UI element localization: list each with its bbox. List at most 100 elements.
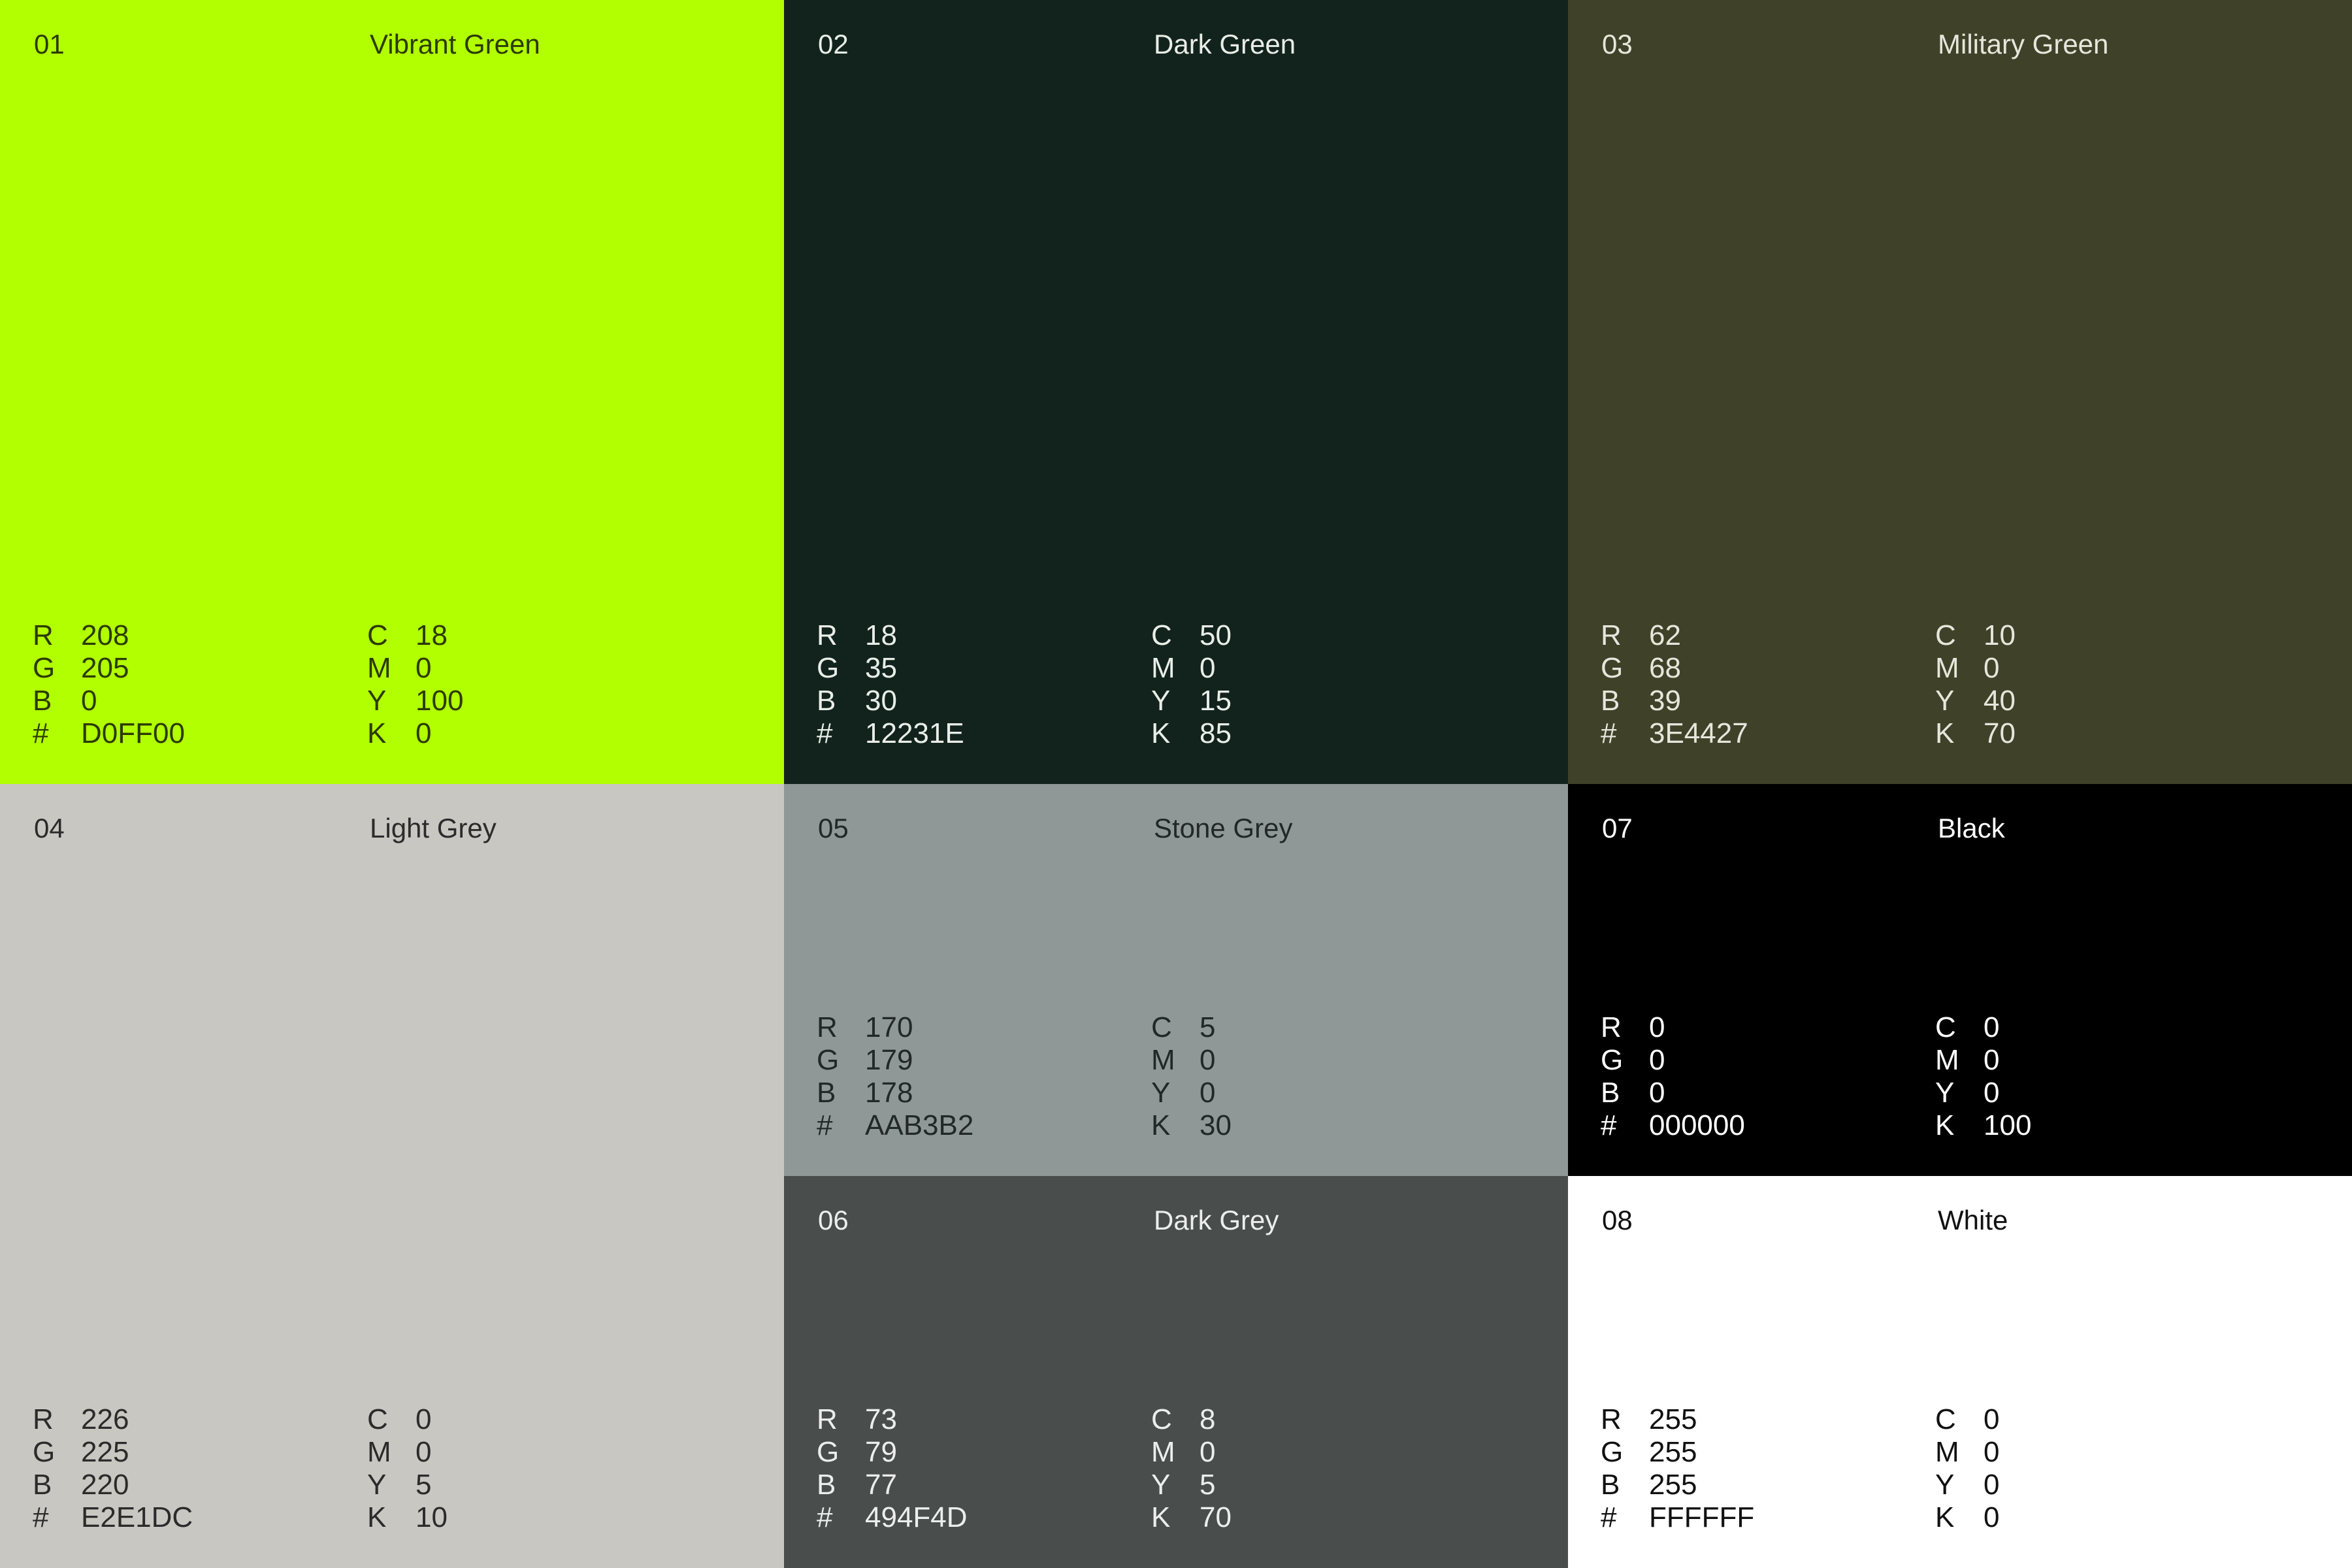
g-label: G xyxy=(1601,652,1624,684)
r-label: R xyxy=(1601,1403,1622,1435)
y-label: Y xyxy=(367,1469,387,1501)
r-label: R xyxy=(1601,1011,1622,1043)
rgb-values: R 226 G 225 B 220 # E2E1DC xyxy=(33,1403,193,1534)
cmyk-values: C0 M0 Y0 K 100 xyxy=(1935,1011,2031,1142)
hex-value: 494F4D xyxy=(865,1501,968,1533)
y-label: Y xyxy=(1151,1077,1171,1109)
b-label: B xyxy=(33,685,52,717)
hex-label: # xyxy=(33,717,49,749)
g-value: 179 xyxy=(865,1044,913,1076)
m-label: M xyxy=(1935,652,1959,684)
hex-label: # xyxy=(1601,717,1617,749)
k-label: K xyxy=(1151,717,1171,749)
m-value: 0 xyxy=(1984,1044,2000,1076)
swatch-white: 08 White R 255 G 255 B 255 # FFFFFF C0 M0 Y0… xyxy=(1568,1176,2352,1568)
k-label: K xyxy=(367,717,387,749)
b-value: 77 xyxy=(865,1469,897,1501)
hex-label: # xyxy=(817,717,833,749)
hex-value: AAB3B2 xyxy=(865,1109,974,1141)
rgb-values: R 18 G 35 B 30 #12231E xyxy=(817,619,964,750)
swatch-name: Military Green xyxy=(1938,29,2109,59)
k-label: K xyxy=(1151,1501,1171,1533)
swatch-number: 07 xyxy=(1602,813,1633,843)
k-label: K xyxy=(367,1501,387,1533)
r-value: 18 xyxy=(865,619,897,651)
m-value: 0 xyxy=(1200,1044,1216,1076)
g-label: G xyxy=(33,1436,56,1468)
g-value: 225 xyxy=(81,1436,129,1468)
r-label: R xyxy=(817,619,838,651)
c-label: C xyxy=(1151,1403,1172,1435)
b-label: B xyxy=(1601,1077,1620,1109)
swatch-name: Light Grey xyxy=(370,813,497,843)
swatch-name: Black xyxy=(1938,813,2005,843)
y-value: 0 xyxy=(1200,1077,1216,1109)
swatch-light-grey: 04 Light Grey R 226 G 225 B 220 # E2E1DC C0 … xyxy=(0,784,784,1568)
m-label: M xyxy=(1151,1436,1175,1468)
swatch-number: 02 xyxy=(818,29,849,59)
k-value: 30 xyxy=(1200,1109,1232,1141)
cmyk-values: C8 M0 Y5 K 70 xyxy=(1151,1403,1232,1534)
k-value: 100 xyxy=(1984,1109,2032,1141)
c-label: C xyxy=(1935,1011,1956,1043)
g-value: 205 xyxy=(81,652,129,684)
y-value: 15 xyxy=(1200,685,1232,717)
r-label: R xyxy=(817,1403,838,1435)
c-value: 0 xyxy=(1984,1403,2000,1435)
m-label: M xyxy=(367,652,391,684)
y-value: 40 xyxy=(1984,685,2016,717)
k-label: K xyxy=(1151,1109,1171,1141)
c-value: 50 xyxy=(1200,619,1232,651)
y-label: Y xyxy=(1935,685,1955,717)
y-value: 0 xyxy=(1984,1469,2000,1501)
r-value: 0 xyxy=(1649,1011,1665,1043)
r-value: 255 xyxy=(1649,1403,1697,1435)
m-value: 0 xyxy=(1984,1436,2000,1468)
b-value: 255 xyxy=(1649,1469,1697,1501)
g-label: G xyxy=(1601,1436,1624,1468)
swatch-number: 06 xyxy=(818,1205,849,1235)
g-label: G xyxy=(1601,1044,1624,1076)
hex-label: # xyxy=(1601,1109,1617,1141)
c-label: C xyxy=(1935,619,1956,651)
swatch-vibrant-green: 01 Vibrant Green R 208 G 205 B0 # D0FF00 C1… xyxy=(0,0,784,784)
c-label: C xyxy=(1151,1011,1172,1043)
swatch-black: 07 Black R0 G0 B0 #000000 C0 M0 Y0 K 100 xyxy=(1568,784,2352,1176)
swatch-number: 08 xyxy=(1602,1205,1633,1235)
rgb-values: R 255 G 255 B 255 # FFFFFF xyxy=(1601,1403,1754,1534)
m-value: 0 xyxy=(416,652,432,684)
g-value: 35 xyxy=(865,652,897,684)
k-value: 10 xyxy=(416,1501,448,1533)
m-label: M xyxy=(1935,1436,1959,1468)
r-value: 170 xyxy=(865,1011,913,1043)
swatch-military-green: 03 Military Green R 62 G 68 B 39 #3E4427 C1… xyxy=(1568,0,2352,784)
k-label: K xyxy=(1935,1501,1955,1533)
r-value: 208 xyxy=(81,619,129,651)
rgb-values: R 62 G 68 B 39 #3E4427 xyxy=(1601,619,1748,750)
b-label: B xyxy=(33,1469,52,1501)
cmyk-values: C 10 M0 Y 40 K 70 xyxy=(1935,619,2016,750)
hex-label: # xyxy=(1601,1501,1617,1533)
g-label: G xyxy=(817,1044,840,1076)
c-value: 18 xyxy=(416,619,448,651)
k-value: 0 xyxy=(1984,1501,2000,1533)
y-value: 5 xyxy=(1200,1469,1216,1501)
c-value: 5 xyxy=(1200,1011,1216,1043)
b-value: 0 xyxy=(81,685,97,717)
y-value: 100 xyxy=(416,685,464,717)
b-value: 220 xyxy=(81,1469,129,1501)
m-value: 0 xyxy=(1200,652,1216,684)
k-value: 0 xyxy=(416,717,432,749)
g-value: 79 xyxy=(865,1436,897,1468)
b-label: B xyxy=(1601,1469,1620,1501)
b-label: B xyxy=(817,1469,836,1501)
r-label: R xyxy=(817,1011,838,1043)
c-label: C xyxy=(1935,1403,1956,1435)
rgb-values: R 208 G 205 B0 # D0FF00 xyxy=(33,619,185,750)
r-label: R xyxy=(33,619,54,651)
cmyk-values: C 50 M0 Y 15 K 85 xyxy=(1151,619,1232,750)
g-value: 68 xyxy=(1649,652,1681,684)
y-label: Y xyxy=(367,685,387,717)
b-label: B xyxy=(1601,685,1620,717)
swatch-number: 04 xyxy=(34,813,65,843)
